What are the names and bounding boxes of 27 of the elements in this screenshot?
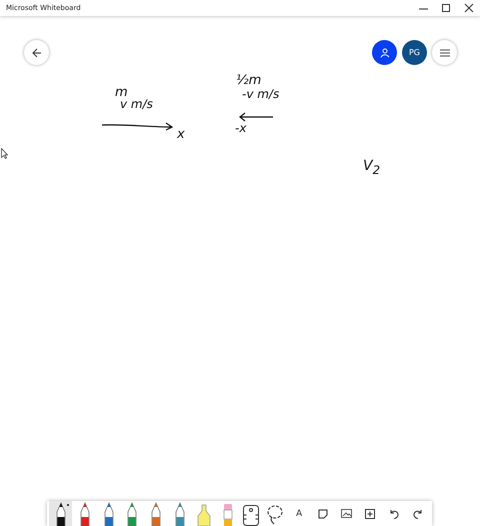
handwritten-text: -v m/s <box>242 88 280 100</box>
share-button[interactable] <box>372 40 397 65</box>
arrow-left-drawing <box>238 112 274 122</box>
handwritten-text: V$_{2}$ <box>363 159 380 176</box>
lasso-icon <box>266 504 284 526</box>
text-tool-button[interactable]: A <box>288 501 311 526</box>
handwritten-text: -x <box>235 122 246 134</box>
pen-tool-button[interactable] <box>49 501 72 526</box>
menu-icon <box>440 48 450 56</box>
menu-button[interactable] <box>432 40 457 65</box>
handwritten-text: x <box>177 128 185 141</box>
handwritten-text: v m/s <box>120 98 153 110</box>
back-button[interactable] <box>24 40 49 65</box>
handwritten-text: m <box>115 86 128 99</box>
handwritten-text: ½m <box>236 74 262 87</box>
image-icon <box>341 509 352 518</box>
person-icon <box>380 48 390 58</box>
back-arrow-icon <box>32 48 42 58</box>
redo-icon <box>413 508 424 518</box>
ruler-icon <box>242 504 260 526</box>
sticky-note-icon <box>318 508 328 518</box>
add-icon <box>365 508 376 518</box>
maximize-icon <box>440 3 450 13</box>
undo-icon <box>389 508 400 518</box>
profile-button[interactable]: PG <box>402 40 427 65</box>
close-icon <box>464 3 474 13</box>
mouse-pointer-icon <box>1 148 8 159</box>
